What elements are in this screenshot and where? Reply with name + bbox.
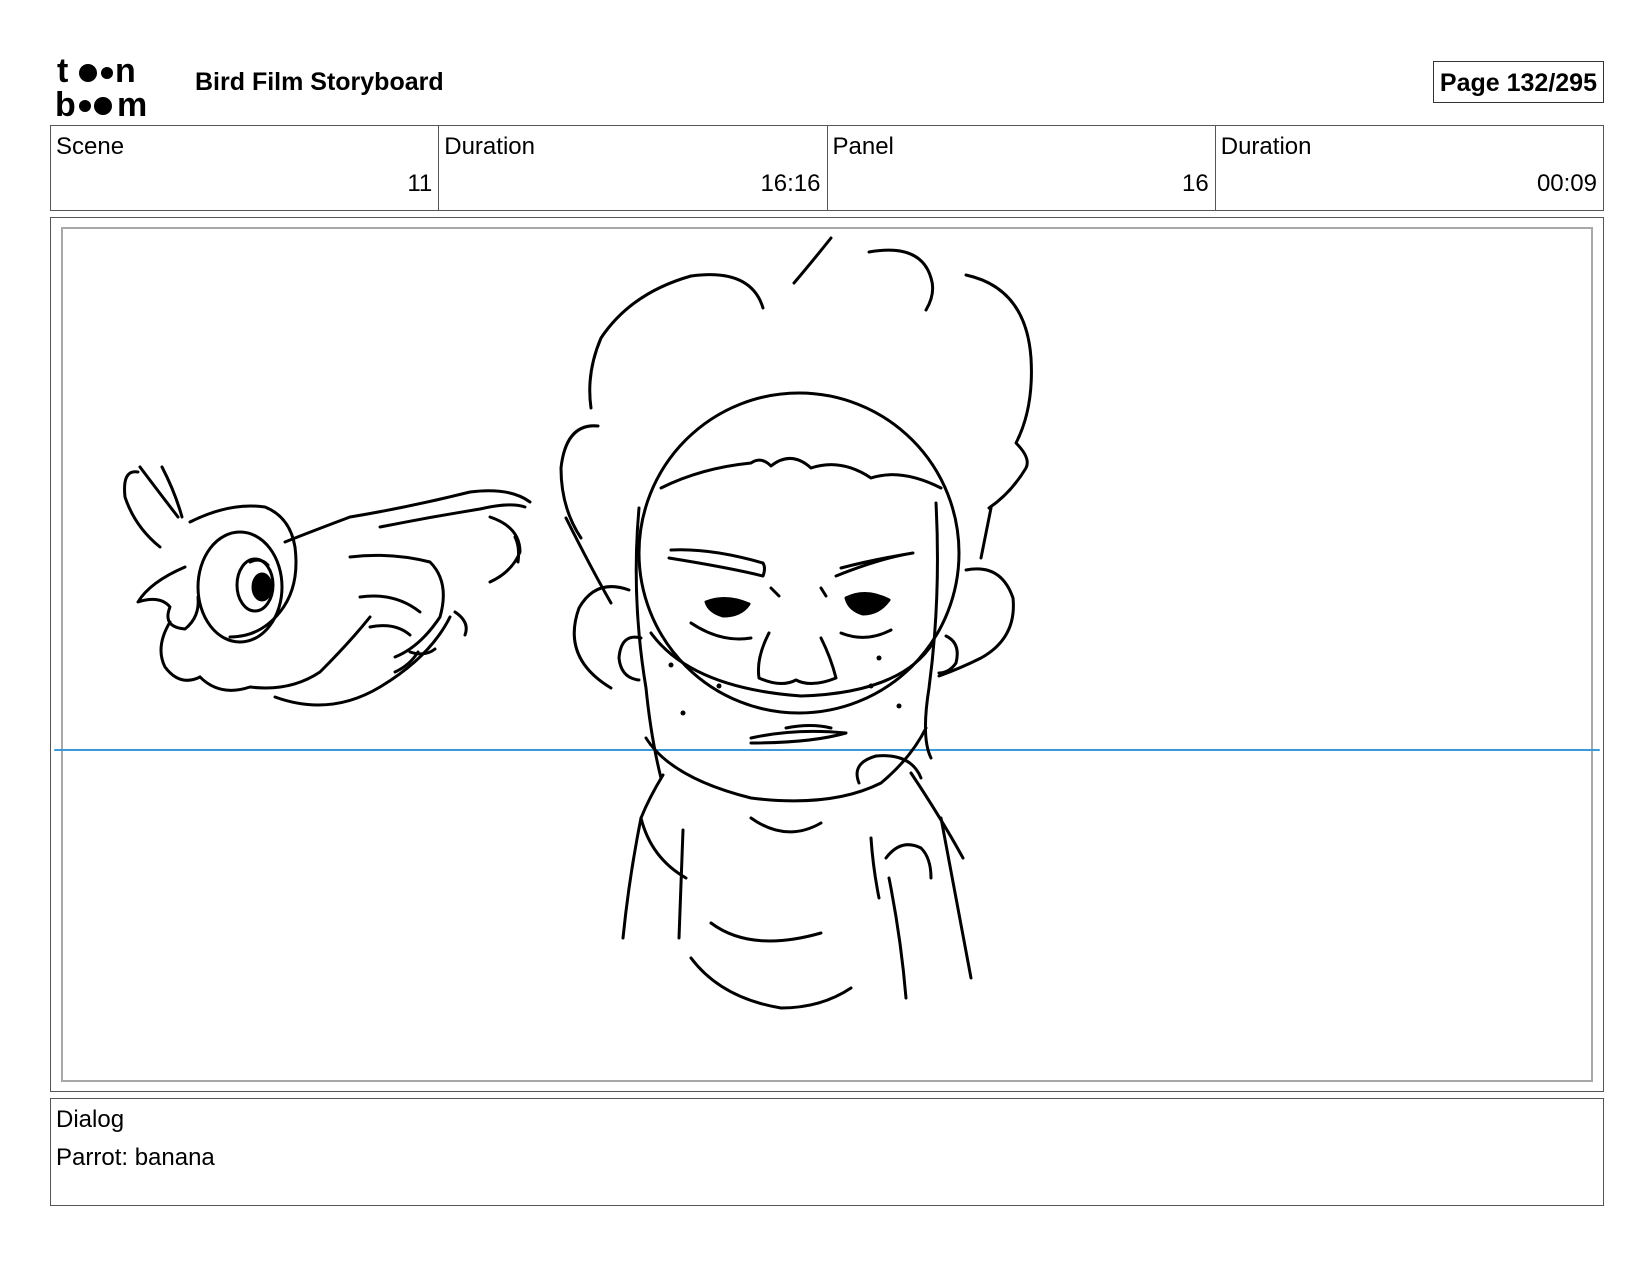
boy-freckles — [668, 655, 902, 716]
boy-right-ear — [937, 567, 1015, 678]
boy-right-eyebrow — [834, 551, 915, 578]
toonboom-logo: t n b m — [55, 54, 147, 120]
dialog-text: Parrot: banana — [56, 1144, 215, 1171]
panel-duration-cell: Duration 00:09 — [1216, 126, 1603, 210]
panel-duration-value: 00:09 — [1536, 170, 1597, 197]
info-row: Scene 11 Duration 16:16 Panel 16 Duratio… — [50, 125, 1604, 211]
svg-text:t: t — [57, 54, 68, 90]
boy-hair — [559, 236, 1033, 605]
scene-duration-label: Duration — [444, 133, 535, 160]
boy-left-eye — [704, 597, 751, 618]
boy-left-ear — [572, 585, 631, 690]
panel-duration-label: Duration — [1220, 133, 1312, 160]
page-indicator: Page 132/295 — [1432, 61, 1604, 103]
boy-nose — [757, 631, 838, 685]
svg-text:m: m — [117, 86, 147, 120]
storyboard-sketch — [54, 236, 1600, 1010]
scene-label: Scene — [56, 133, 125, 160]
svg-text:n: n — [115, 54, 136, 90]
boy-left-eyebrow — [667, 548, 766, 578]
panel-frame — [50, 217, 1604, 1092]
boy-right-eye — [844, 592, 891, 616]
boy-mouth — [749, 729, 848, 745]
scene-duration-value: 16:16 — [760, 170, 821, 197]
boy-shirt — [639, 773, 688, 880]
dialog-label: Dialog — [56, 1106, 125, 1133]
svg-text:b: b — [55, 86, 76, 120]
scene-value: 11 — [407, 170, 433, 197]
document-title: Bird Film Storyboard — [195, 68, 444, 96]
dialog-box: Dialog Parrot: banana — [50, 1098, 1604, 1206]
scene-duration-cell: Duration 16:16 — [439, 126, 828, 210]
panel-label: Panel — [832, 133, 894, 160]
storyboard-header: t n b m Bird Film Storyboard Page 132/29… — [50, 50, 1604, 120]
scene-cell: Scene 11 — [51, 126, 440, 210]
panel-cell: Panel 16 — [828, 126, 1216, 210]
panel-value: 16 — [1182, 170, 1209, 197]
